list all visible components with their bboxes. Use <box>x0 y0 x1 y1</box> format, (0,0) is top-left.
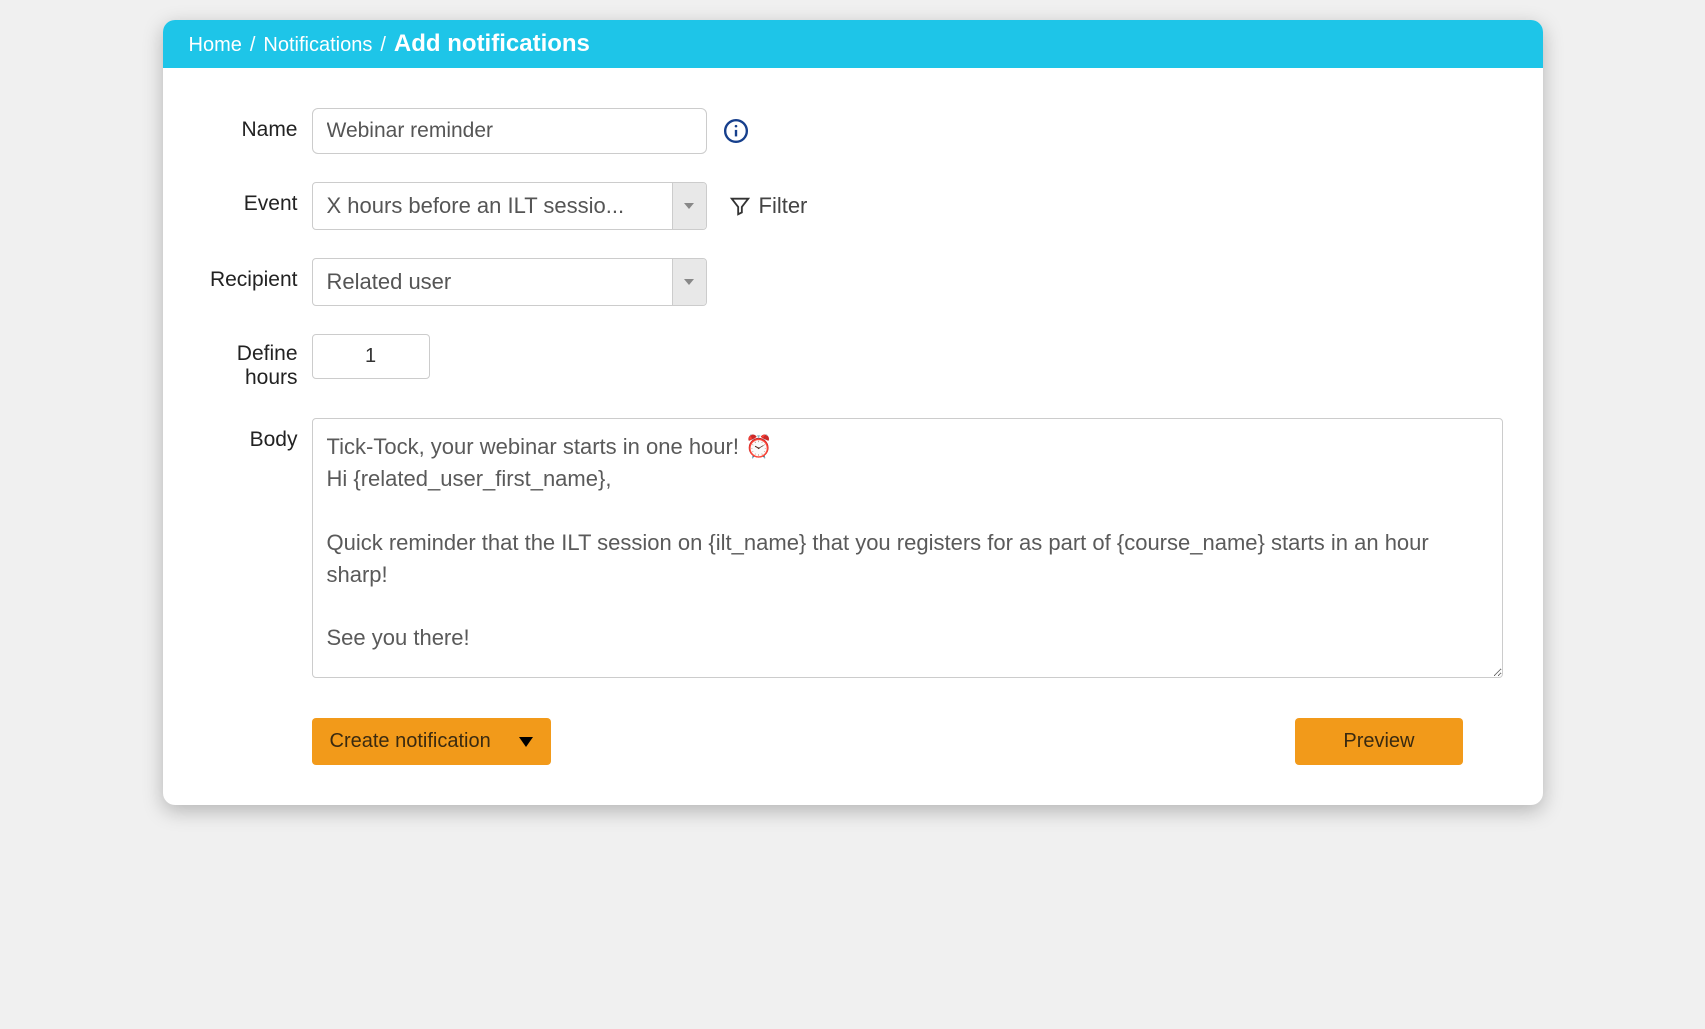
label-define-hours: Define hours <box>183 334 298 390</box>
filter-link[interactable]: Filter <box>729 193 808 219</box>
breadcrumb-separator: / <box>250 34 256 57</box>
event-select-value: X hours before an ILT sessio... <box>313 183 672 229</box>
label-event: Event <box>183 182 298 216</box>
add-notifications-window: Home / Notifications / Add notifications… <box>163 20 1543 805</box>
create-button-label: Create notification <box>330 730 491 753</box>
body-textarea[interactable] <box>312 418 1503 678</box>
row-event: Event X hours before an ILT sessio... Fi… <box>183 182 1503 230</box>
breadcrumb-current: Add notifications <box>394 30 590 58</box>
create-notification-button[interactable]: Create notification <box>312 718 551 765</box>
name-input[interactable] <box>312 108 707 154</box>
row-name: Name <box>183 108 1503 154</box>
info-icon[interactable] <box>721 116 751 146</box>
row-body: Body <box>183 418 1503 678</box>
row-recipient: Recipient Related user <box>183 258 1503 306</box>
form-area: Name Event X hours before an ILT sessio.… <box>163 68 1543 805</box>
filter-icon <box>729 195 751 217</box>
row-define-hours: Define hours <box>183 334 1503 390</box>
breadcrumb-home[interactable]: Home <box>189 34 242 57</box>
label-name: Name <box>183 108 298 142</box>
recipient-select-value: Related user <box>313 259 672 305</box>
footer-actions: Create notification Preview <box>183 718 1503 765</box>
breadcrumb: Home / Notifications / Add notifications <box>163 20 1543 68</box>
chevron-down-icon <box>519 737 533 747</box>
hours-input[interactable] <box>312 334 430 379</box>
label-body: Body <box>183 418 298 452</box>
breadcrumb-notifications[interactable]: Notifications <box>263 34 372 57</box>
label-recipient: Recipient <box>183 258 298 292</box>
event-select[interactable]: X hours before an ILT sessio... <box>312 182 707 230</box>
filter-label: Filter <box>759 193 808 219</box>
recipient-select[interactable]: Related user <box>312 258 707 306</box>
breadcrumb-separator: / <box>380 34 386 57</box>
preview-button[interactable]: Preview <box>1295 718 1462 765</box>
chevron-down-icon <box>672 183 706 229</box>
chevron-down-icon <box>672 259 706 305</box>
